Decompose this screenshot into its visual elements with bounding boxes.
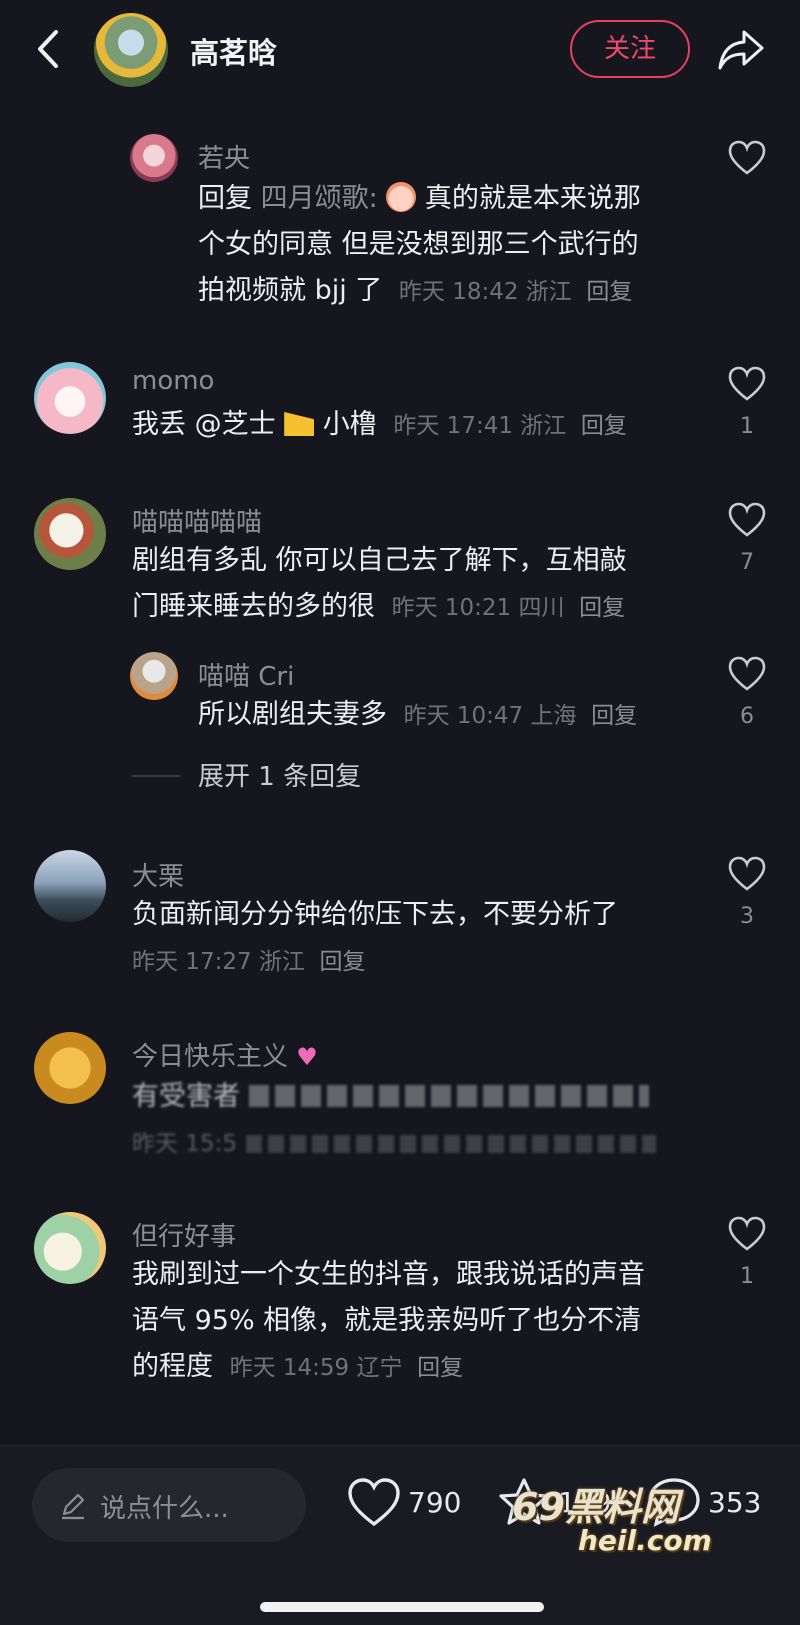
peach-emoji-icon bbox=[386, 182, 417, 212]
home-indicator bbox=[260, 1602, 544, 1612]
follow-button[interactable]: 关注 bbox=[570, 20, 690, 78]
hearts-emoji-icon: ♥ bbox=[296, 1043, 318, 1071]
heart-icon[interactable] bbox=[728, 366, 766, 402]
like-count: 1 bbox=[740, 1264, 754, 1289]
comment-text-line: 剧组有多乱 你可以自己去了解下，互相敲 bbox=[132, 545, 627, 576]
reply-mention[interactable]: 四月颂歌: bbox=[261, 183, 378, 214]
avatar[interactable] bbox=[34, 1032, 106, 1104]
expand-replies-button[interactable]: 展开 1 条回复 bbox=[198, 756, 361, 793]
heart-icon[interactable] bbox=[728, 856, 766, 892]
obscured-text bbox=[245, 1135, 656, 1153]
author-avatar[interactable] bbox=[94, 13, 168, 87]
comment-text-line: 的程度 昨天 14:59 辽宁 回复 bbox=[132, 1351, 464, 1382]
comment-text: 回复 四月颂歌: 真的就是本来说那 bbox=[198, 182, 641, 214]
comment-meta: 昨天 17:41 浙江 bbox=[393, 413, 567, 439]
avatar[interactable] bbox=[34, 850, 106, 922]
top-bar: 高茗晗 关注 bbox=[0, 0, 800, 100]
heart-icon[interactable] bbox=[728, 502, 766, 538]
avatar[interactable] bbox=[130, 652, 178, 700]
comment-username[interactable]: 大栗 bbox=[132, 856, 184, 893]
reply-button[interactable]: 回复 bbox=[586, 279, 632, 305]
back-arrow-icon[interactable] bbox=[30, 26, 70, 72]
comment-text-line: 门睡来睡去的多的很 昨天 10:21 四川 回复 bbox=[132, 591, 626, 622]
comment-username[interactable]: 今日快乐主义 ♥ bbox=[132, 1036, 326, 1073]
reply-button[interactable]: 回复 bbox=[591, 703, 637, 729]
obscured-text bbox=[248, 1085, 649, 1107]
reply-prefix: 回复 bbox=[198, 183, 252, 214]
like-icon[interactable] bbox=[346, 1476, 402, 1528]
comment-text-line: 拍视频就 bjj 了 昨天 18:42 浙江 回复 bbox=[198, 275, 633, 306]
like-count: 790 bbox=[408, 1486, 462, 1519]
bottom-action-bar: 说点什么... 790 159 353 69黑料网 heil.com bbox=[0, 1445, 800, 1625]
avatar[interactable] bbox=[130, 134, 178, 182]
comment-text-line: 负面新闻分分钟给你压下去，不要分析了 bbox=[132, 899, 618, 930]
comment-meta: 昨天 14:59 辽宁 bbox=[229, 1355, 403, 1381]
heart-icon[interactable] bbox=[728, 1216, 766, 1252]
comment-username[interactable]: 喵喵 Cri bbox=[198, 656, 294, 693]
heart-icon[interactable] bbox=[728, 656, 766, 692]
comment-username[interactable]: 但行好事 bbox=[132, 1216, 236, 1253]
avatar[interactable] bbox=[34, 362, 106, 434]
input-placeholder: 说点什么... bbox=[100, 1494, 229, 1524]
comment-text-line: 我刷到过一个女生的抖音，跟我说话的声音 bbox=[132, 1259, 645, 1290]
heart-icon[interactable] bbox=[728, 140, 766, 176]
avatar[interactable] bbox=[34, 498, 106, 570]
comment-text-line: 语气 95% 相像，就是我亲妈听了也分不清 bbox=[132, 1305, 642, 1336]
reply-button[interactable]: 回复 bbox=[579, 595, 625, 621]
like-count: 1 bbox=[740, 414, 754, 439]
comment-username[interactable]: 若央 bbox=[198, 138, 250, 175]
reply-button[interactable]: 回复 bbox=[417, 1355, 463, 1381]
divider bbox=[132, 775, 180, 777]
reply-button[interactable]: 回复 bbox=[581, 413, 627, 439]
comment-username[interactable]: 喵喵喵喵喵 bbox=[132, 502, 262, 539]
comment-meta: 昨天 10:47 上海 bbox=[403, 703, 577, 729]
like-count: 6 bbox=[740, 704, 754, 729]
avatar[interactable] bbox=[34, 1212, 106, 1284]
reply-button[interactable]: 回复 bbox=[320, 949, 366, 975]
author-name[interactable]: 高茗晗 bbox=[190, 30, 277, 72]
comment-meta: 昨天 15:5 bbox=[132, 1131, 237, 1157]
comment-text: 我丢 @芝士 小橹 昨天 17:41 浙江 回复 bbox=[132, 409, 627, 440]
comment-meta: 昨天 17:27 浙江 bbox=[132, 949, 305, 975]
comment-username[interactable]: momo bbox=[132, 366, 214, 396]
like-count: 7 bbox=[740, 550, 754, 575]
comment-meta-line: 昨天 17:27 浙江 回复 bbox=[132, 938, 366, 985]
comment-text-line: 所以剧组夫妻多 昨天 10:47 上海 回复 bbox=[198, 699, 638, 730]
share-icon[interactable] bbox=[716, 24, 766, 74]
comment-meta: 昨天 10:21 四川 bbox=[391, 595, 565, 621]
comment-meta: 昨天 18:42 浙江 bbox=[398, 279, 572, 305]
watermark-text: 69黑料网 bbox=[512, 1485, 679, 1529]
watermark-logo: 69黑料网 heil.com bbox=[502, 1466, 764, 1566]
comment-meta-line: 昨天 15:5 bbox=[132, 1120, 656, 1167]
watermark-subtext: heil.com bbox=[578, 1524, 712, 1557]
comment-input[interactable]: 说点什么... bbox=[32, 1468, 306, 1542]
comment-text-line: 个女的同意 但是没想到那三个武行的 bbox=[198, 229, 639, 260]
pen-icon bbox=[62, 1493, 85, 1520]
comment-text-line: 有受害者 bbox=[132, 1074, 649, 1120]
cheese-emoji-icon bbox=[284, 412, 315, 436]
like-count: 3 bbox=[740, 904, 754, 929]
